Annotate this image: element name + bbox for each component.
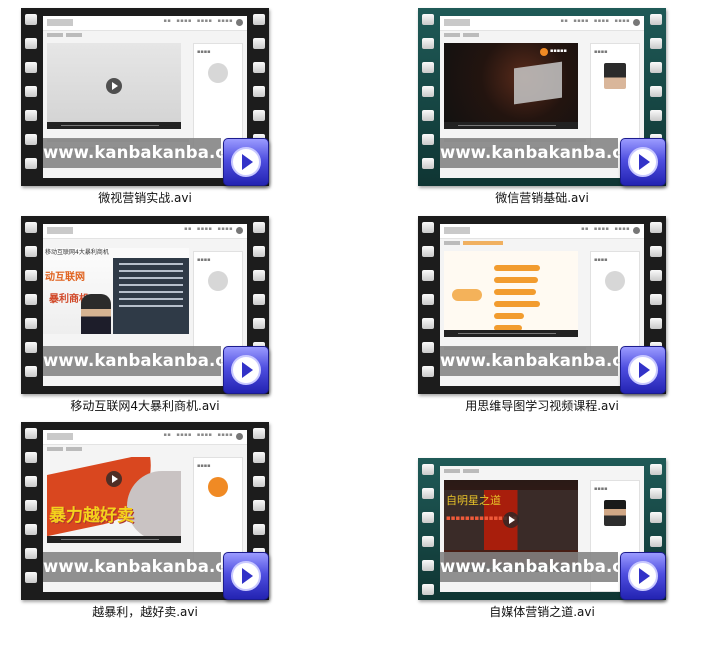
video-file-tile[interactable]: ▪▪ ▪▪▪▪ ▪▪▪▪ 移动互联网4大暴利商机 动互联网 暴利商机 ▪▪▪▪ ww… — [15, 212, 275, 414]
slide-slogan: 暴力越好卖 — [49, 506, 134, 526]
watermark: www.kanbakanba.cn — [43, 346, 237, 376]
film-strip — [418, 458, 438, 600]
film-strip — [21, 422, 41, 600]
watermark: www.kanbakanba.cn — [43, 138, 237, 168]
video-file-tile[interactable]: ▪▪ ▪▪▪▪ ▪▪▪▪ ▪▪▪▪ 暴力越好卖 ▪▪▪▪ www.kanbakanba… — [15, 418, 275, 620]
video-file-tile[interactable]: 自明星之道 ▪▪▪▪▪▪▪▪▪▪▪▪▪▪▪ ▪▪▪▪ www.kanbakanb… — [412, 418, 672, 620]
play-button-icon[interactable] — [620, 552, 666, 600]
file-name[interactable]: 自媒体营销之道.avi — [412, 603, 672, 620]
play-button-icon[interactable] — [223, 552, 269, 600]
brand-logo — [208, 477, 228, 497]
play-button-icon[interactable] — [620, 138, 666, 186]
watermark: www.kanbakanba.cn — [440, 552, 634, 582]
video-title: 移动互联网4大暴利商机 — [43, 248, 189, 258]
presenter-photo — [81, 294, 111, 334]
film-strip — [21, 8, 41, 186]
play-button-icon[interactable] — [620, 346, 666, 394]
watermark: www.kanbakanba.cn — [440, 138, 634, 168]
watermark: www.kanbakanba.cn — [440, 346, 634, 376]
file-name[interactable]: 用思维导图学习视频课程.avi — [412, 397, 672, 414]
slide-title: 动互联网 — [45, 272, 85, 283]
avatar — [604, 63, 626, 89]
mindmap-root — [452, 289, 482, 301]
film-strip — [21, 216, 41, 394]
avatar — [208, 271, 228, 291]
file-name[interactable]: 越暴利，越好卖.avi — [15, 603, 275, 620]
video-file-tile[interactable]: ▪▪ ▪▪▪▪ ▪▪▪▪ ▪▪▪▪ ▪▪▪▪▪ ▪▪▪▪ www.kanbakanba… — [412, 4, 672, 206]
film-strip — [418, 216, 438, 394]
avatar — [208, 63, 228, 83]
file-name[interactable]: 移动互联网4大暴利商机.avi — [15, 397, 275, 414]
watermark: www.kanbakanba.cn — [43, 552, 237, 582]
play-icon — [503, 512, 519, 528]
slide-title: 自明星之道 — [446, 494, 501, 507]
film-strip — [418, 8, 438, 186]
play-button-icon[interactable] — [223, 138, 269, 186]
play-icon — [106, 78, 122, 94]
play-icon — [106, 471, 122, 487]
video-file-tile[interactable]: ▪▪ ▪▪▪▪ ▪▪▪▪ ▪▪▪▪ ▪▪▪▪ www.kanbakanba.cn 微视… — [15, 4, 275, 206]
file-name[interactable]: 微信营销基础.avi — [412, 189, 672, 206]
avatar — [604, 500, 626, 526]
video-file-tile[interactable]: ▪▪ ▪▪▪▪ ▪▪▪▪ ▪▪▪▪ www.kanbakanba.cn 用思维导图学… — [412, 212, 672, 414]
file-name[interactable]: 微视营销实战.avi — [15, 189, 275, 206]
avatar — [605, 271, 625, 291]
play-button-icon[interactable] — [223, 346, 269, 394]
